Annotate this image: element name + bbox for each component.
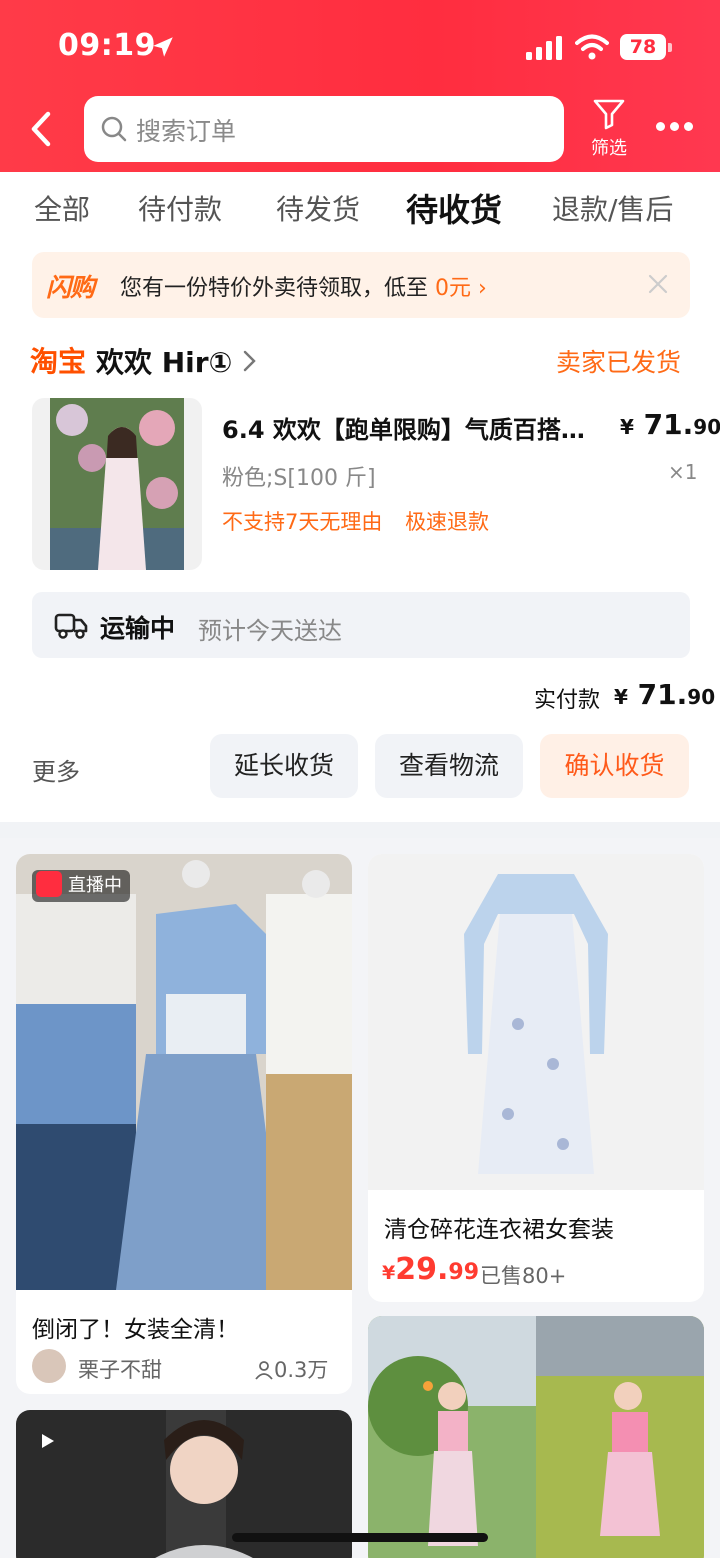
product-card-image <box>368 854 704 1190</box>
product-image[interactable] <box>32 398 202 570</box>
order-tabs: 全部 待付款 待发货 待收货 退款/售后 <box>0 188 720 238</box>
more-options-icon[interactable] <box>654 114 696 138</box>
recommendation-feed: 直播中 倒闭了！女装全清！ 栗子不甜 0.3万 清仓碎花连衣裙女套装 ¥29.9… <box>0 838 720 1558</box>
confirm-receipt-button[interactable]: 确认收货 <box>540 734 689 798</box>
header-bar: 09:19 78 搜索订单 筛选 <box>0 0 720 172</box>
search-input[interactable]: 搜索订单 <box>84 96 564 162</box>
total-price: ¥ 71.90 <box>614 678 716 711</box>
search-icon <box>101 116 127 142</box>
live-badge: 直播中 <box>32 870 130 902</box>
viewer-count: 0.3万 <box>254 1354 328 1384</box>
filter-icon <box>593 99 625 130</box>
tab-pending-payment[interactable]: 待付款 <box>138 188 222 228</box>
photo-card[interactable] <box>368 1316 704 1558</box>
play-icon <box>42 1434 54 1448</box>
tag-no-7day-return: 不支持7天无理由 <box>222 510 383 534</box>
more-actions-link[interactable]: 更多 <box>32 752 80 787</box>
product-price: ¥ 71.90 <box>620 408 720 441</box>
tab-refund-aftersale[interactable]: 退款/售后 <box>552 188 673 228</box>
section-divider <box>0 822 720 838</box>
chevron-right-icon[interactable] <box>240 348 258 374</box>
person-icon <box>255 1361 273 1380</box>
home-indicator[interactable] <box>232 1533 488 1542</box>
wifi-icon <box>575 34 609 60</box>
search-placeholder: 搜索订单 <box>136 117 237 146</box>
order-status: 卖家已发货 <box>556 348 682 377</box>
close-icon[interactable] <box>646 272 670 296</box>
product-quantity: ×1 <box>668 460 698 484</box>
back-icon[interactable] <box>22 104 62 154</box>
tag-fast-refund: 极速退款 <box>405 510 490 534</box>
cellular-signal-icon <box>526 36 562 60</box>
status-time: 09:19 <box>58 28 156 63</box>
live-stream-image <box>16 854 352 1290</box>
author-name: 栗子不甜 <box>78 1358 162 1382</box>
product-card-sold: 已售80+ <box>480 1264 567 1288</box>
battery-indicator: 78 <box>620 34 672 60</box>
avatar <box>32 1349 66 1383</box>
product-card-title: 清仓碎花连衣裙女套装 <box>384 1217 614 1243</box>
truck-icon <box>54 613 88 639</box>
location-arrow-icon <box>153 37 173 57</box>
flash-logo: 闪购 <box>46 273 95 302</box>
product-card[interactable]: 清仓碎花连衣裙女套装 ¥29.99 已售80+ <box>368 854 704 1302</box>
product-card-price: ¥29.99 <box>382 1252 480 1287</box>
product-title[interactable]: 6.4 欢欢【跑单限购】气质百搭连衣裙 <box>222 410 606 445</box>
view-logistics-button[interactable]: 查看物流 <box>375 734 523 798</box>
shop-name[interactable]: 欢欢 Hir① <box>96 341 232 381</box>
filter-button[interactable]: 筛选 <box>584 98 634 164</box>
live-icon <box>36 871 62 897</box>
total-label: 实付款 <box>534 688 601 713</box>
filter-label: 筛选 <box>591 138 627 159</box>
product-tags: 不支持7天无理由 极速退款 <box>222 506 505 536</box>
battery-level: 78 <box>620 34 666 60</box>
extend-receipt-button[interactable]: 延长收货 <box>210 734 358 798</box>
shipping-eta: 预计今天送达 <box>198 617 342 645</box>
tab-pending-shipment[interactable]: 待发货 <box>276 188 360 228</box>
taobao-logo: 淘宝 <box>30 345 87 378</box>
shipping-status-bar[interactable]: 运输中 预计今天送达 <box>32 592 690 658</box>
tab-all[interactable]: 全部 <box>34 188 90 228</box>
tab-pending-receipt[interactable]: 待收货 <box>406 185 502 231</box>
photo-card-image <box>368 1316 704 1558</box>
live-card-title: 倒闭了！女装全清！ <box>32 1317 239 1343</box>
live-stream-card[interactable]: 直播中 倒闭了！女装全清！ 栗子不甜 0.3万 <box>16 854 352 1394</box>
product-sku: 粉色;S[100 斤] <box>222 466 376 491</box>
flash-promo-text: 您有一份特价外卖待领取，低至 0元 › <box>120 276 487 301</box>
flash-promo-banner[interactable]: 闪购 您有一份特价外卖待领取，低至 0元 › <box>32 252 690 318</box>
shipping-status: 运输中 <box>100 614 176 643</box>
